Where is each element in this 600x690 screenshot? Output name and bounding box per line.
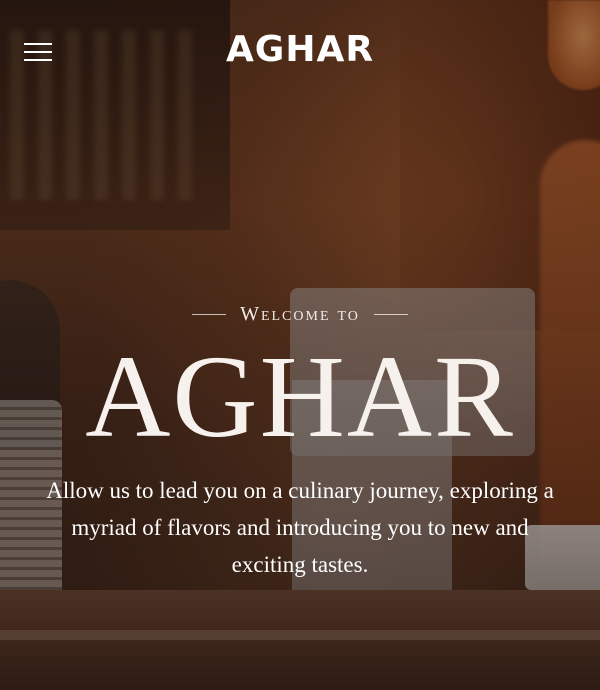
hero-section: AGHAR Welcome to AGHAR Allow us to lead … [0,0,600,690]
welcome-divider-left [192,313,227,315]
welcome-divider-right [373,313,408,315]
site-logo[interactable]: AGHAR [0,28,600,72]
welcome-text: Welcome to [240,302,360,325]
hero-tagline: Allow us to lead you on a culinary journ… [46,478,554,577]
welcome-row: Welcome to [0,300,600,328]
site-header: AGHAR [0,0,600,100]
hero-title: AGHAR [85,331,515,462]
